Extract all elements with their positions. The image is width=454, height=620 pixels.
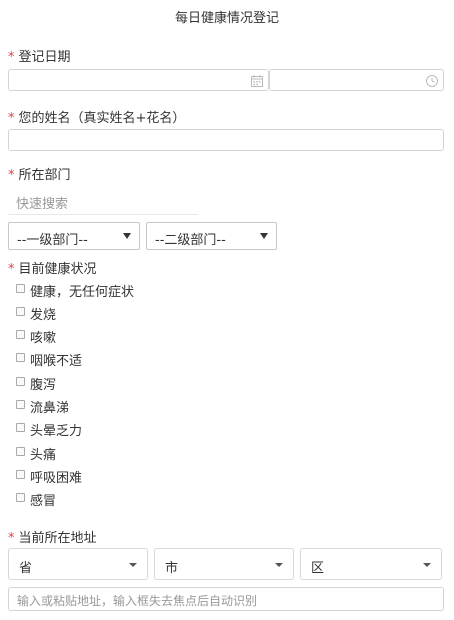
department-level1-select[interactable]: --一级部门-- [8,222,140,250]
time-input[interactable] [269,69,444,91]
address-label-text: 当前所在地址 [18,531,97,546]
checkbox[interactable] [16,470,25,479]
health-status-label-text: 目前健康状况 [18,262,97,277]
page-title: 每日健康情况登记 [174,11,279,26]
address-detail-placeholder: 输入或粘贴地址，输入框失去焦点后自动识别 [17,594,258,608]
checkbox[interactable] [16,284,25,293]
search-underline [8,214,198,215]
date-field-label-text: 登记日期 [18,50,71,65]
required-mark: * [8,111,15,126]
department-label: * 所在部门 [8,164,71,183]
district-value: 区 [311,561,325,576]
health-option-label: 咳嗽 [30,331,57,346]
health-status-label: * 目前健康状况 [8,258,97,277]
required-mark: * [8,168,15,183]
clock-icon[interactable] [425,74,439,88]
department-search-input[interactable]: 快速搜索 [16,193,68,212]
health-option-label: 咽喉不适 [30,354,83,369]
health-option-label: 健康，无任何症状 [30,285,135,300]
health-option-label: 发烧 [30,308,57,323]
calendar-icon[interactable] [250,74,264,88]
department-label-text: 所在部门 [18,168,71,183]
checkbox[interactable] [16,423,25,432]
name-field-label-text: 您的姓名（真实姓名+花名） [18,111,186,126]
date-field-label: * 登记日期 [8,46,71,65]
province-select[interactable]: 省 [8,548,148,580]
dropdown-arrow-icon [129,563,137,567]
health-option-label: 头晕乏力 [30,424,83,439]
required-mark: * [8,262,15,277]
address-label: * 当前所在地址 [8,527,97,546]
health-option-label: 流鼻涕 [30,401,70,416]
required-mark: * [8,50,15,65]
department-level1-value: --一级部门-- [17,233,88,248]
health-option-label: 呼吸困难 [30,471,83,486]
checkbox[interactable] [16,307,25,316]
city-value: 市 [165,561,179,576]
checkbox[interactable] [16,330,25,339]
checkbox[interactable] [16,493,25,502]
dropdown-arrow-icon [275,563,283,567]
checkbox[interactable] [16,447,25,456]
dropdown-arrow-icon [260,233,268,239]
checkbox[interactable] [16,377,25,386]
checkbox[interactable] [16,353,25,362]
health-option-label: 腹泻 [30,378,57,393]
district-select[interactable]: 区 [300,548,442,580]
health-option-label: 头痛 [30,448,57,463]
name-field-label: * 您的姓名（真实姓名+花名） [8,107,185,126]
checkbox[interactable] [16,400,25,409]
address-detail-input[interactable]: 输入或粘贴地址，输入框失去焦点后自动识别 [8,587,444,611]
date-input[interactable] [8,69,269,91]
dropdown-arrow-icon [123,233,131,239]
dropdown-arrow-icon [423,563,431,567]
city-select[interactable]: 市 [154,548,294,580]
required-mark: * [8,531,15,546]
department-level2-value: --二级部门-- [155,233,226,248]
name-input[interactable] [8,129,444,151]
department-level2-select[interactable]: --二级部门-- [146,222,277,250]
province-value: 省 [19,561,33,576]
health-option-label: 感冒 [30,494,57,509]
